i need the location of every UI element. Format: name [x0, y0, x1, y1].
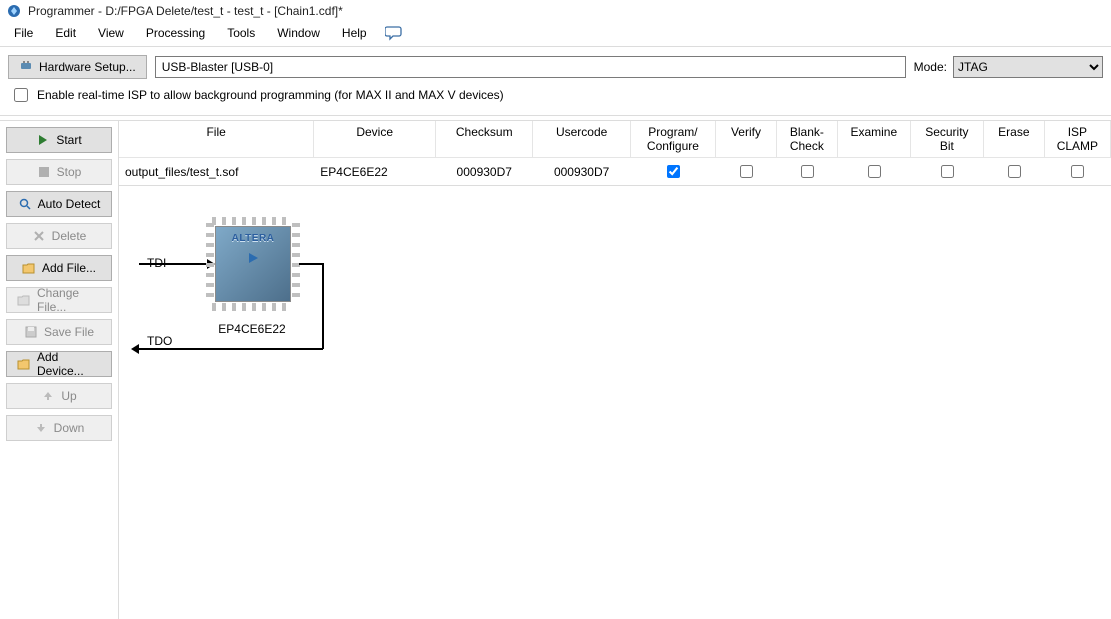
col-device[interactable]: Device	[314, 121, 436, 158]
menu-window[interactable]: Window	[267, 24, 330, 42]
main-row: Start Stop Auto Detect Delete Add File..…	[0, 120, 1111, 619]
autodetect-icon	[18, 197, 32, 211]
menu-processing[interactable]: Processing	[136, 24, 215, 42]
tdo-arrowhead-icon	[131, 344, 139, 354]
program-checkbox[interactable]	[667, 165, 680, 178]
hardware-setup-button[interactable]: Hardware Setup...	[8, 55, 147, 79]
chip-brand: ALTERA	[232, 233, 275, 244]
menu-edit[interactable]: Edit	[45, 24, 86, 42]
verify-checkbox[interactable]	[740, 165, 753, 178]
tdi-arrowhead-icon	[207, 259, 215, 269]
cell-file: output_files/test_t.sof	[119, 158, 314, 186]
delete-icon	[32, 229, 46, 243]
chain-line-down	[322, 263, 324, 349]
cell-isp[interactable]	[1044, 158, 1110, 186]
menu-view[interactable]: View	[88, 24, 134, 42]
folder-open-icon	[22, 261, 36, 275]
arrow-down-icon	[34, 421, 48, 435]
stop-icon	[37, 165, 51, 179]
arrow-up-icon	[41, 389, 55, 403]
hardware-field[interactable]: USB-Blaster [USB-0]	[155, 56, 906, 78]
col-program[interactable]: Program/ Configure	[630, 121, 715, 158]
save-icon	[24, 325, 38, 339]
cell-checksum: 000930D7	[436, 158, 533, 186]
add-device-button[interactable]: Add Device...	[6, 351, 112, 377]
col-usercode[interactable]: Usercode	[533, 121, 630, 158]
col-examine[interactable]: Examine	[837, 121, 910, 158]
col-isp[interactable]: ISP CLAMP	[1044, 121, 1110, 158]
start-button[interactable]: Start	[6, 127, 112, 153]
tdo-line	[139, 348, 323, 350]
window-title: Programmer - D:/FPGA Delete/test_t - tes…	[28, 4, 343, 18]
col-blank[interactable]: Blank- Check	[776, 121, 837, 158]
hardware-value: USB-Blaster [USB-0]	[162, 60, 273, 74]
add-file-button[interactable]: Add File...	[6, 255, 112, 281]
hardware-icon	[19, 59, 33, 76]
menu-tools[interactable]: Tools	[217, 24, 265, 42]
mode-box: Mode: JTAG	[914, 56, 1103, 78]
down-button: Down	[6, 415, 112, 441]
tdo-label: TDO	[147, 334, 172, 348]
mode-label: Mode:	[914, 60, 947, 74]
chip-label: EP4CE6E22	[207, 322, 297, 336]
auto-detect-button[interactable]: Auto Detect	[6, 191, 112, 217]
col-erase[interactable]: Erase	[983, 121, 1044, 158]
right-panel: File Device Checksum Usercode Program/ C…	[118, 121, 1111, 619]
cell-erase[interactable]	[983, 158, 1044, 186]
change-file-icon	[17, 293, 31, 307]
table-row[interactable]: output_files/test_t.sof EP4CE6E22 000930…	[119, 158, 1111, 186]
chain-view[interactable]: TDI ALTERA	[119, 186, 1111, 619]
mode-select[interactable]: JTAG	[953, 56, 1103, 78]
cell-blank[interactable]	[776, 158, 837, 186]
realtime-isp-label: Enable real-time ISP to allow background…	[37, 88, 504, 102]
col-file[interactable]: File	[119, 121, 314, 158]
change-file-button: Change File...	[6, 287, 112, 313]
cell-verify[interactable]	[716, 158, 777, 186]
security-checkbox[interactable]	[941, 165, 954, 178]
app-icon	[6, 3, 22, 19]
menu-separator	[0, 46, 1111, 47]
help-bubble-icon[interactable]	[385, 25, 403, 41]
cell-program[interactable]	[630, 158, 715, 186]
chip-graphic: ALTERA	[215, 226, 291, 302]
sidebar: Start Stop Auto Detect Delete Add File..…	[0, 121, 118, 619]
chip-play-icon	[247, 252, 259, 267]
isp-checkbox[interactable]	[1071, 165, 1084, 178]
option-row: Enable real-time ISP to allow background…	[0, 83, 1111, 113]
blank-checkbox[interactable]	[801, 165, 814, 178]
stop-button: Stop	[6, 159, 112, 185]
chain-line-right	[299, 263, 323, 265]
folder-device-icon	[17, 357, 31, 371]
up-button: Up	[6, 383, 112, 409]
menu-help[interactable]: Help	[332, 24, 377, 42]
cell-usercode: 000930D7	[533, 158, 630, 186]
title-bar: Programmer - D:/FPGA Delete/test_t - tes…	[0, 0, 1111, 22]
save-file-button: Save File	[6, 319, 112, 345]
file-table: File Device Checksum Usercode Program/ C…	[119, 121, 1111, 185]
erase-checkbox[interactable]	[1008, 165, 1021, 178]
menu-file[interactable]: File	[4, 24, 43, 42]
toolbar: Hardware Setup... USB-Blaster [USB-0] Mo…	[0, 51, 1111, 83]
start-icon	[36, 133, 50, 147]
realtime-isp-checkbox[interactable]	[14, 88, 28, 102]
cell-examine[interactable]	[837, 158, 910, 186]
cell-device: EP4CE6E22	[314, 158, 436, 186]
col-checksum[interactable]: Checksum	[436, 121, 533, 158]
table-header-row: File Device Checksum Usercode Program/ C…	[119, 121, 1111, 158]
menu-bar: File Edit View Processing Tools Window H…	[0, 22, 1111, 44]
chip-wrap[interactable]: ALTERA	[215, 226, 291, 302]
col-verify[interactable]: Verify	[716, 121, 777, 158]
col-security[interactable]: Security Bit	[910, 121, 983, 158]
examine-checkbox[interactable]	[868, 165, 881, 178]
hardware-setup-label: Hardware Setup...	[39, 60, 136, 74]
cell-security[interactable]	[910, 158, 983, 186]
toolbar-separator	[0, 115, 1111, 116]
delete-button: Delete	[6, 223, 112, 249]
tdi-line	[139, 263, 209, 265]
file-table-wrap: File Device Checksum Usercode Program/ C…	[119, 121, 1111, 186]
